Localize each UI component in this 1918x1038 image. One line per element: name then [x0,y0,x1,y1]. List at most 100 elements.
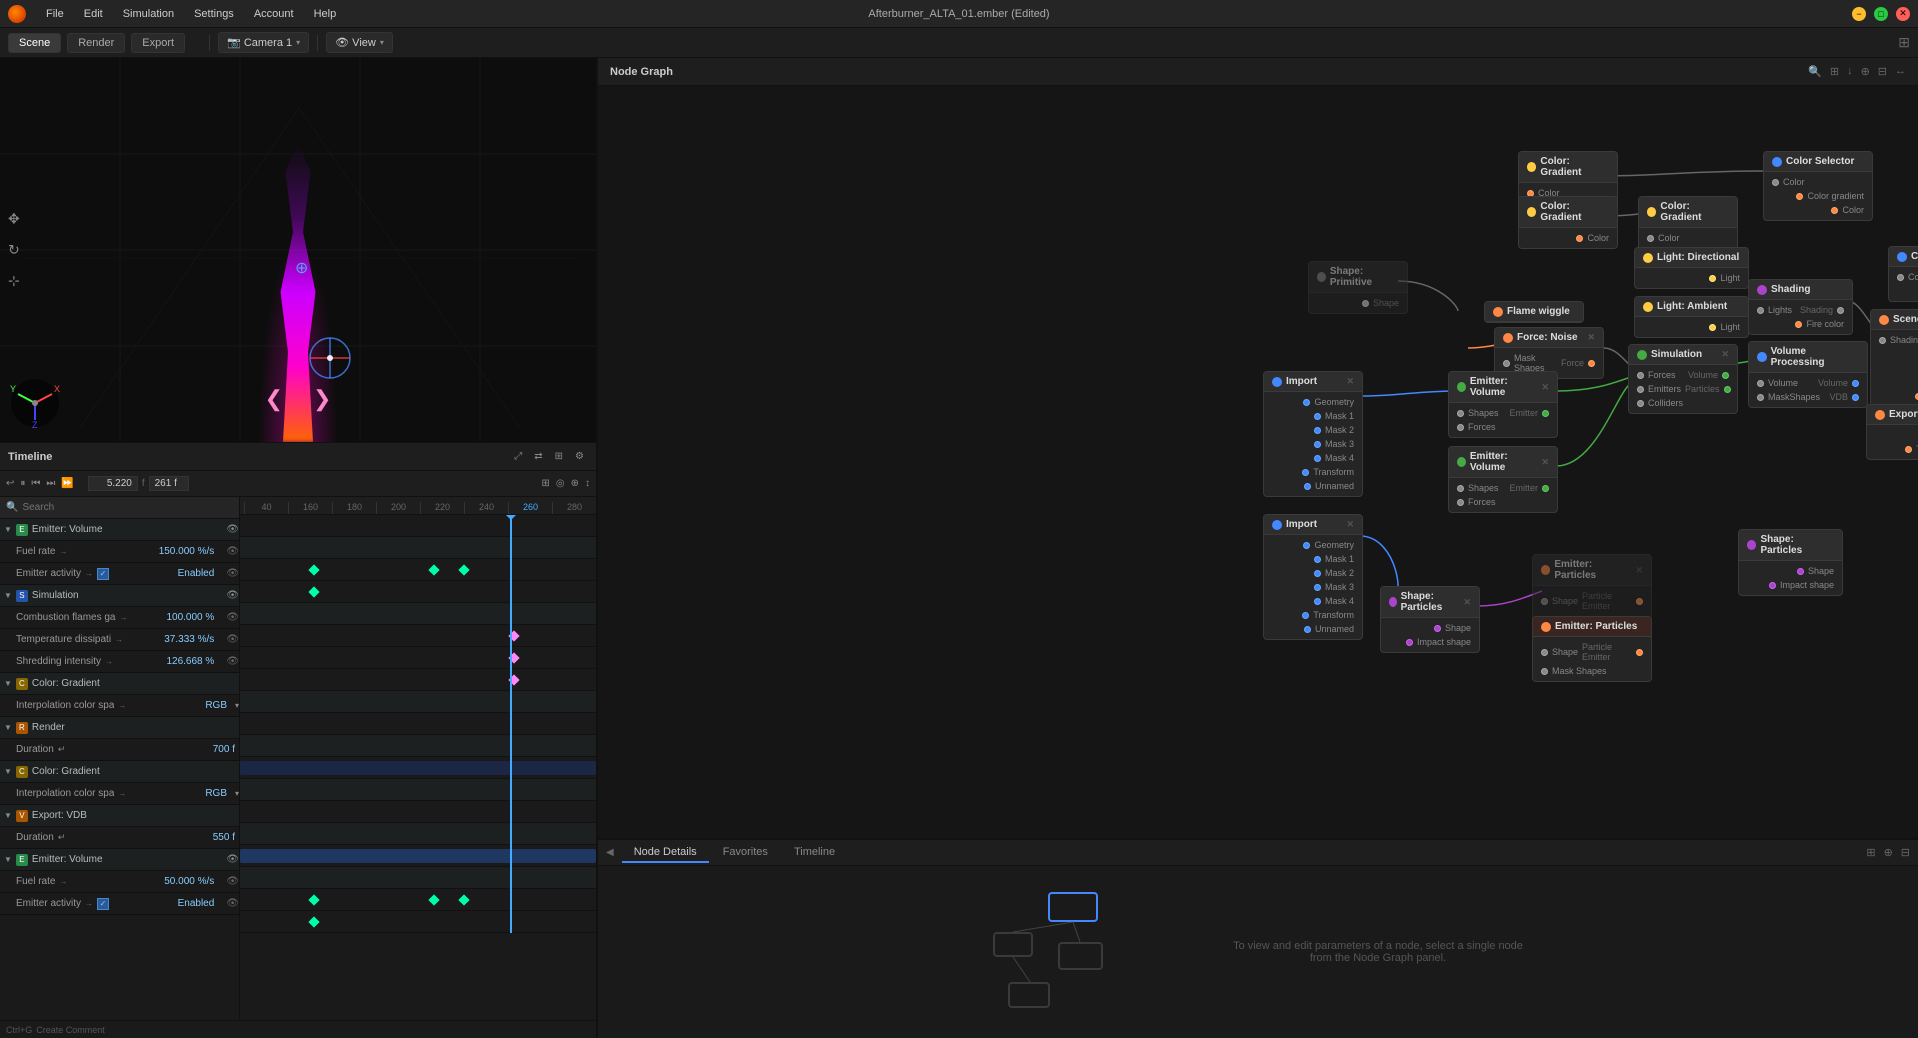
tl-tool-1[interactable]: ⊞ [541,478,549,489]
tl-tool-3[interactable]: ⊕ [571,478,579,489]
step-back-icon[interactable]: ⏮ [31,478,40,489]
node-emitter-volume-1[interactable]: Emitter: Volume ✕ Shapes Emitter Forces [1448,371,1558,438]
timeline-settings-icon[interactable]: ⚙ [571,449,588,464]
emitter-activity-eye-2[interactable]: 👁 [226,898,239,909]
tab-render[interactable]: Render [67,33,125,53]
node-scene[interactable]: Scene Shading Skybox Ground [1870,309,1918,407]
viewport-expand-icon[interactable]: ⊞ [1898,34,1910,51]
timeline-expand-icon[interactable]: ⤢ [510,449,526,464]
time-input[interactable] [88,476,138,491]
ng-icon-3[interactable]: ↓ [1847,65,1853,78]
nd-icon-3[interactable]: ⊟ [1901,846,1910,859]
menu-simulation[interactable]: Simulation [115,6,182,22]
menu-edit[interactable]: Edit [76,6,111,22]
undo-icon[interactable]: ↩ [6,478,14,489]
node-shape-primitive[interactable]: Shape: Primitive Shape [1308,261,1408,314]
ng-icon-6[interactable]: ↔ [1895,65,1906,78]
camera-dropdown[interactable]: 📷 Camera 1 [218,32,309,53]
shape-particles-1-close[interactable]: ✕ [1463,597,1471,608]
emitter-activity-checkbox-2[interactable]: ✓ [97,898,109,910]
tab-scene[interactable]: Scene [8,33,61,53]
node-camera[interactable]: Camera Control Camera [1888,246,1918,302]
fuel-rate-eye-1[interactable]: 👁 [226,546,239,557]
import-2-close[interactable]: ✕ [1346,519,1354,530]
keyframe-activity-2[interactable] [308,916,319,927]
group-export-vdb[interactable]: ▼ V Export: VDB [0,805,239,827]
search-input[interactable] [22,502,233,513]
temperature-value[interactable]: 37.333 %/s [164,634,214,645]
menu-settings[interactable]: Settings [186,6,242,22]
group-emitter-volume-2[interactable]: ▼ E Emitter: Volume 👁 [0,849,239,871]
tab-favorites[interactable]: Favorites [711,843,780,863]
minimize-button[interactable]: − [1852,7,1866,21]
node-emitter-particles-active[interactable]: Emitter: Particles Shape Particle Emitte… [1532,616,1652,682]
tab-node-details[interactable]: Node Details [622,843,709,863]
interpolation-value-2[interactable]: RGB [205,788,227,799]
keyframe-activity-1[interactable] [308,586,319,597]
viewport-rotate-icon[interactable]: ↻ [8,242,20,259]
keyframe-fuel-2a[interactable] [308,894,319,905]
node-shading[interactable]: Shading Lights Shading Fire color [1748,279,1853,335]
maximize-button[interactable]: □ [1874,7,1888,21]
timeline-sync-icon[interactable]: ⇄ [530,449,546,464]
nd-icon-1[interactable]: ⊞ [1866,846,1875,859]
node-shape-particles-1[interactable]: Shape: Particles ✕ Shape Impact shape [1380,586,1480,653]
viewport-scale-icon[interactable]: ⊹ [8,273,20,290]
ng-icon-1[interactable]: 🔍 [1808,65,1822,78]
timeline-more-icon[interactable]: ⊞ [551,449,567,464]
ng-icon-5[interactable]: ⊟ [1878,65,1887,78]
node-import-2[interactable]: Import ✕ Geometry Mask 1 Mask 2 [1263,514,1363,640]
eye-icon-1[interactable]: 👁 [226,524,239,535]
menu-account[interactable]: Account [246,6,302,22]
keyframe-fuel-1c[interactable] [458,564,469,575]
group-color-gradient-2[interactable]: ▼ C Color: Gradient [0,761,239,783]
viewport-move-icon[interactable]: ✥ [8,211,20,228]
play-icon[interactable]: ⏸ [20,478,25,489]
nd-icon-2[interactable]: ⊕ [1884,846,1893,859]
keyframe-fuel-1b[interactable] [428,564,439,575]
tl-tool-4[interactable]: ↕ [585,478,590,489]
ng-icon-4[interactable]: ⊕ [1861,65,1870,78]
group-color-gradient-1[interactable]: ▼ C Color: Gradient [0,673,239,695]
emitter-activity-checkbox-1[interactable]: ✓ [97,568,109,580]
group-simulation[interactable]: ▼ S Simulation 👁 [0,585,239,607]
shredding-value[interactable]: 126.668 % [166,656,214,667]
menu-help[interactable]: Help [306,6,345,22]
interpolation-value-1[interactable]: RGB [205,700,227,711]
shredding-eye[interactable]: 👁 [226,656,239,667]
force-noise-close[interactable]: ✕ [1587,332,1595,343]
simulation-close[interactable]: ✕ [1721,349,1729,360]
temperature-eye[interactable]: 👁 [226,634,239,645]
nav-next-icon[interactable]: ❯ [313,386,331,412]
tl-tool-2[interactable]: ◎ [556,478,565,489]
view-dropdown[interactable]: 👁 View [326,32,393,53]
combustion-eye[interactable]: 👁 [226,612,239,623]
node-import-1[interactable]: Import ✕ Geometry Mask 1 Mask 2 [1263,371,1363,497]
import-1-close[interactable]: ✕ [1346,376,1354,387]
combustion-value[interactable]: 100.000 % [166,612,214,623]
emitter-volume-2-close[interactable]: ✕ [1541,457,1549,468]
node-volume-processing[interactable]: Volume Processing Volume Volume MaskShap… [1748,341,1868,408]
fuel-rate-eye-2[interactable]: 👁 [226,876,239,887]
duration-render-value[interactable]: 700 f [213,744,235,755]
node-export-vdb[interactable]: Export: VDB VDB Transform [1866,404,1918,460]
keyframe-fuel-2b[interactable] [428,894,439,905]
tab-timeline[interactable]: Timeline [782,843,847,863]
interpolation-dropdown-2[interactable]: ▾ [235,789,239,798]
tab-export[interactable]: Export [131,33,185,53]
menu-file[interactable]: File [38,6,72,22]
emitter-activity-eye-1[interactable]: 👁 [226,568,239,579]
node-color-selector[interactable]: Color Selector Color Color gradient Colo… [1763,151,1873,221]
close-button[interactable]: ✕ [1896,7,1910,21]
emitter-volume-1-close[interactable]: ✕ [1541,382,1549,393]
node-shape-particles-2[interactable]: Shape: Particles Shape Impact shape [1738,529,1843,596]
sim-eye-icon[interactable]: 👁 [226,590,239,601]
fast-forward-icon[interactable]: ⏩ [61,478,73,489]
node-emitter-volume-2[interactable]: Emitter: Volume ✕ Shapes Emitter Forces [1448,446,1558,513]
node-light-directional[interactable]: Light: Directional Light [1634,247,1749,289]
nav-prev-icon[interactable]: ❮ [265,386,283,412]
duration-vdb-value[interactable]: 550 f [213,832,235,843]
node-simulation[interactable]: Simulation ✕ Forces Volume Emitters Part… [1628,344,1738,414]
group-emitter-volume-1[interactable]: ▼ E Emitter: Volume 👁 [0,519,239,541]
node-graph-canvas[interactable]: Color: Gradient Color Color Selector [598,86,1918,838]
